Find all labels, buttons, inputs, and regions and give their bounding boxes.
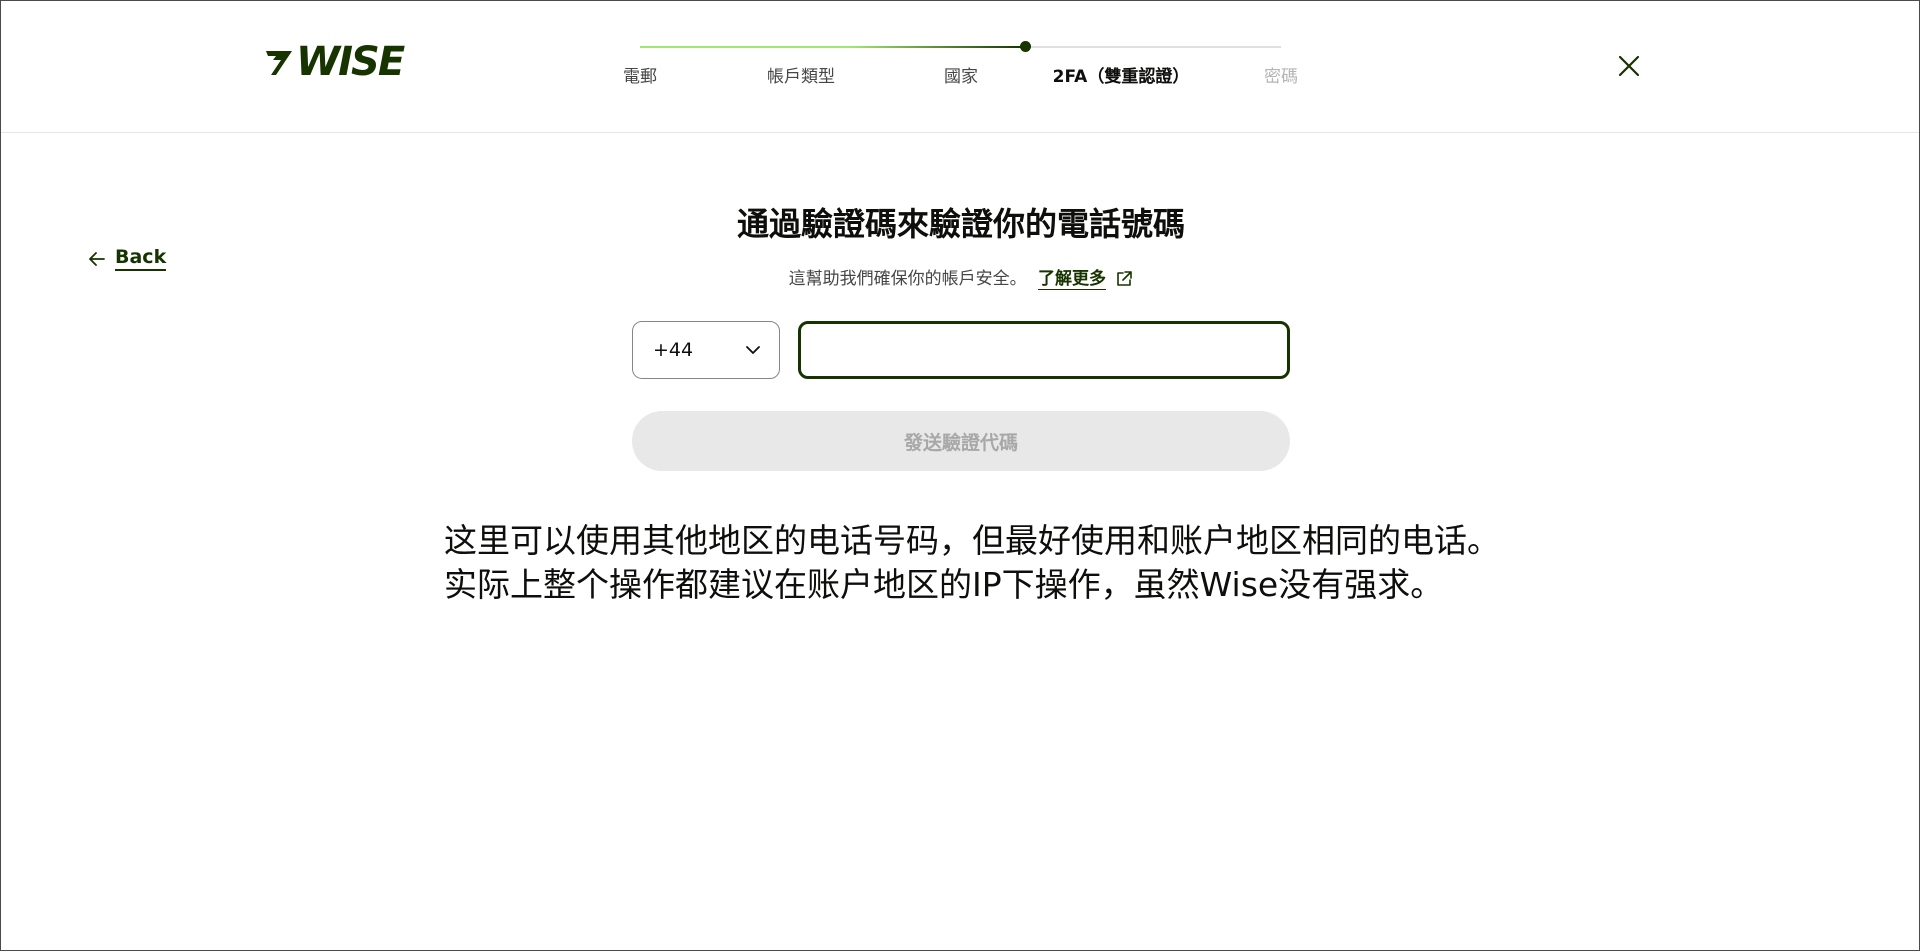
chevron-down-icon — [746, 346, 760, 354]
wise-logo[interactable]: WISE — [264, 39, 405, 85]
step-email: 電郵 — [623, 67, 657, 87]
progress-fill — [640, 46, 1025, 48]
step-password: 密碼 — [1264, 67, 1298, 87]
phone-number-input[interactable] — [798, 321, 1290, 379]
annotation-line-2: 实际上整个操作都建议在账户地区的IP下操作，虽然Wise没有强求。 — [444, 565, 1444, 604]
wise-logo-text: WISE — [296, 39, 405, 85]
top-header: WISE 電郵 帳戶類型 國家 2FA（雙重認證） 密碼 — [1, 1, 1919, 133]
annotation-note: 这里可以使用其他地区的电话号码，但最好使用和账户地区相同的电话。 实际上整个操作… — [444, 519, 1544, 607]
close-icon — [1618, 55, 1640, 77]
send-code-button[interactable]: 發送驗證代碼 — [632, 411, 1290, 471]
step-2fa: 2FA（雙重認證） — [1052, 67, 1190, 87]
close-button[interactable] — [1614, 51, 1644, 81]
subtitle-text: 這幫助我們確保你的帳戶安全。 — [788, 269, 1027, 289]
progress-current-dot — [1019, 41, 1031, 52]
subtitle-row: 這幫助我們確保你的帳戶安全。 了解更多 — [1, 264, 1920, 290]
step-account-type: 帳戶類型 — [767, 67, 835, 87]
page-title: 通過驗證碼來驗證你的電話號碼 — [736, 205, 1185, 243]
country-code-select[interactable]: +44 — [632, 321, 780, 379]
annotation-line-1: 这里可以使用其他地区的电话号码，但最好使用和账户地区相同的电话。 — [444, 521, 1500, 560]
country-code-value: +44 — [653, 339, 694, 361]
external-link-icon[interactable] — [1115, 270, 1133, 288]
learn-more-link[interactable]: 了解更多 — [1038, 269, 1106, 290]
wise-flag-icon — [266, 51, 292, 75]
progress-track — [640, 41, 1281, 52]
step-country: 國家 — [944, 67, 978, 87]
